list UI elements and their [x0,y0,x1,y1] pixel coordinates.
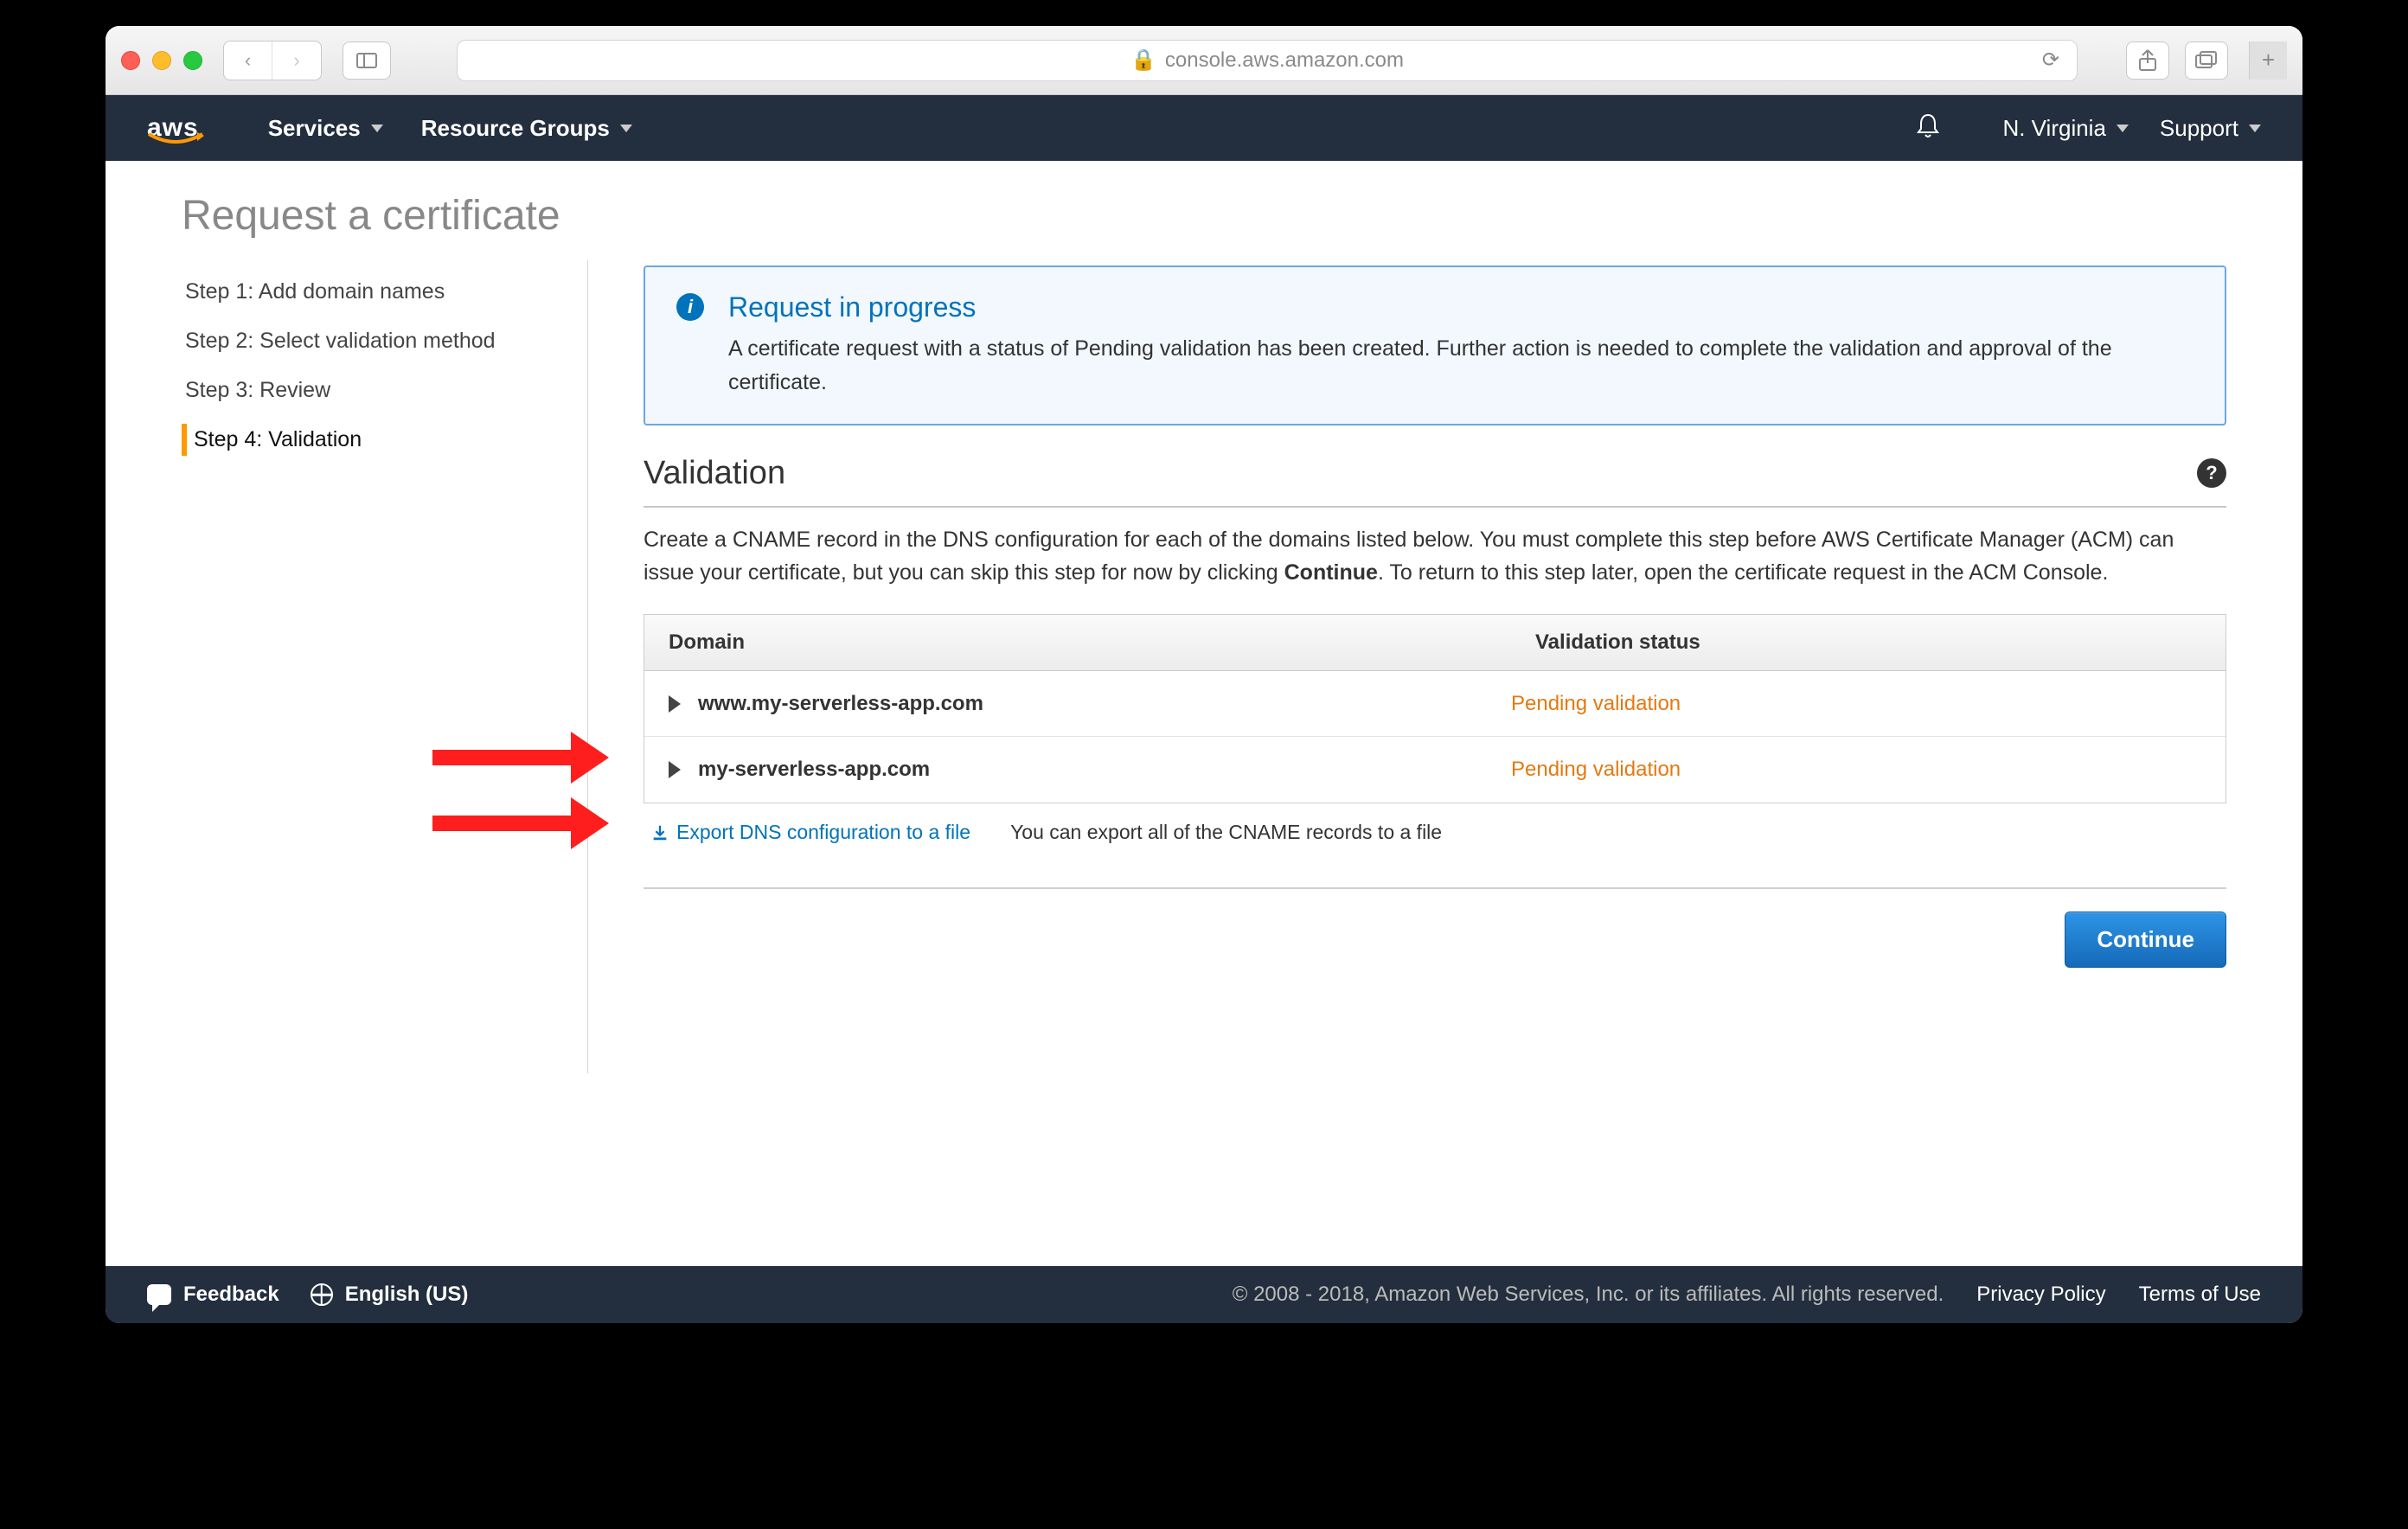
language-selector[interactable]: English (US) [311,1283,469,1307]
step-4[interactable]: Step 4: Validation [182,415,587,464]
sidebar-toggle-button[interactable] [343,42,391,80]
header-menu: Services Resource Groups [268,115,632,142]
th-status: Validation status [1511,615,2225,670]
region-menu[interactable]: N. Virginia [2002,115,2128,142]
td-status: Pending validation [1511,692,2225,716]
feedback-link[interactable]: Feedback [147,1283,279,1307]
step-2[interactable]: Step 2: Select validation method [182,317,587,366]
export-note: You can export all of the CNAME records … [1010,821,1442,844]
th-domain: Domain [644,615,1511,670]
divider [644,887,2226,889]
nav-buttons: ‹ › [223,41,322,80]
expand-triangle-icon[interactable] [669,761,681,778]
page-title: Request a certificate [182,192,2226,240]
step-1[interactable]: Step 1: Add domain names [182,267,587,317]
chevron-down-icon [2249,125,2261,132]
two-column-layout: Step 1: Add domain names Step 2: Select … [182,260,2226,1073]
export-link-label: Export DNS configuration to a file [676,821,970,844]
section-description: Create a CNAME record in the DNS configu… [644,523,2226,591]
support-menu[interactable]: Support [2160,115,2261,142]
reload-icon[interactable]: ⟳ [2042,48,2059,73]
main-panel: i Request in progress A certificate requ… [588,260,2226,1073]
url-bar[interactable]: 🔒 console.aws.amazon.com ⟳ [457,40,2078,81]
bell-icon[interactable] [1916,112,1940,144]
annotation-arrow-2 [432,797,609,849]
aws-header: aws Services Resource Groups N. Virginia [106,95,2302,161]
minimize-window-button[interactable] [152,51,171,70]
footer-right: © 2008 - 2018, Amazon Web Services, Inc.… [1233,1283,2261,1307]
zoom-window-button[interactable] [183,51,202,70]
url-host: console.aws.amazon.com [1165,48,1404,73]
td-domain: my-serverless-app.com [698,758,1511,782]
chevron-down-icon [2117,125,2129,132]
export-link[interactable]: Export DNS configuration to a file [650,821,970,844]
tabs-button[interactable] [2185,42,2228,80]
header-right: N. Virginia Support [1916,112,2261,144]
globe-icon [311,1283,333,1306]
services-label: Services [268,115,361,142]
desc-post: . To return to this step later, open the… [1378,560,2108,585]
lock-icon: 🔒 [1130,48,1156,73]
footer-copyright: © 2008 - 2018, Amazon Web Services, Inc.… [1233,1283,1944,1307]
steps-sidebar: Step 1: Add domain names Step 2: Select … [182,260,588,1073]
resource-groups-menu[interactable]: Resource Groups [421,115,632,142]
info-body: A certificate request with a status of P… [728,332,2193,400]
titlebar: ‹ › 🔒 console.aws.amazon.com ⟳ + [106,26,2302,95]
chevron-down-icon [371,125,383,132]
language-label: English (US) [345,1283,469,1307]
close-window-button[interactable] [121,51,140,70]
info-box: i Request in progress A certificate requ… [644,265,2226,425]
annotation-arrow-1 [432,732,609,784]
step-3[interactable]: Step 3: Review [182,366,587,415]
privacy-link[interactable]: Privacy Policy [1976,1283,2105,1307]
browser-window: ‹ › 🔒 console.aws.amazon.com ⟳ + aws Ser [106,26,2302,1323]
expand-triangle-icon[interactable] [669,695,681,713]
export-row: Export DNS configuration to a file You c… [644,821,2226,844]
table-row[interactable]: www.my-serverless-app.com Pending valida… [644,671,2225,737]
table-row[interactable]: my-serverless-app.com Pending validation [644,737,2225,803]
page-content: Request a certificate Step 1: Add domain… [106,161,2302,1266]
td-domain: www.my-serverless-app.com [698,692,1511,716]
desc-bold: Continue [1284,560,1378,585]
button-row: Continue [644,912,2226,968]
help-icon[interactable]: ? [2197,458,2226,488]
titlebar-right: + [2126,42,2287,80]
support-label: Support [2160,115,2238,142]
terms-link[interactable]: Terms of Use [2139,1283,2261,1307]
chevron-down-icon [620,125,632,132]
continue-button[interactable]: Continue [2065,912,2226,968]
resource-groups-label: Resource Groups [421,115,610,142]
forward-button[interactable]: › [272,42,321,80]
region-label: N. Virginia [2002,115,2105,142]
back-button[interactable]: ‹ [224,42,272,80]
aws-logo[interactable]: aws [147,113,199,143]
speech-bubble-icon [147,1284,171,1305]
section-title: Validation [644,455,785,492]
aws-footer: Feedback English (US) © 2008 - 2018, Ama… [106,1266,2302,1323]
new-tab-button[interactable]: + [2249,42,2287,80]
feedback-label: Feedback [183,1283,279,1307]
td-status: Pending validation [1511,758,2225,782]
share-button[interactable] [2126,42,2169,80]
domains-table: Domain Validation status www.my-serverle… [644,614,2226,803]
info-icon: i [676,293,704,321]
section-header: Validation ? [644,455,2226,508]
info-title: Request in progress [728,291,2193,323]
traffic-lights [121,51,202,70]
services-menu[interactable]: Services [268,115,383,142]
table-header: Domain Validation status [644,615,2225,671]
